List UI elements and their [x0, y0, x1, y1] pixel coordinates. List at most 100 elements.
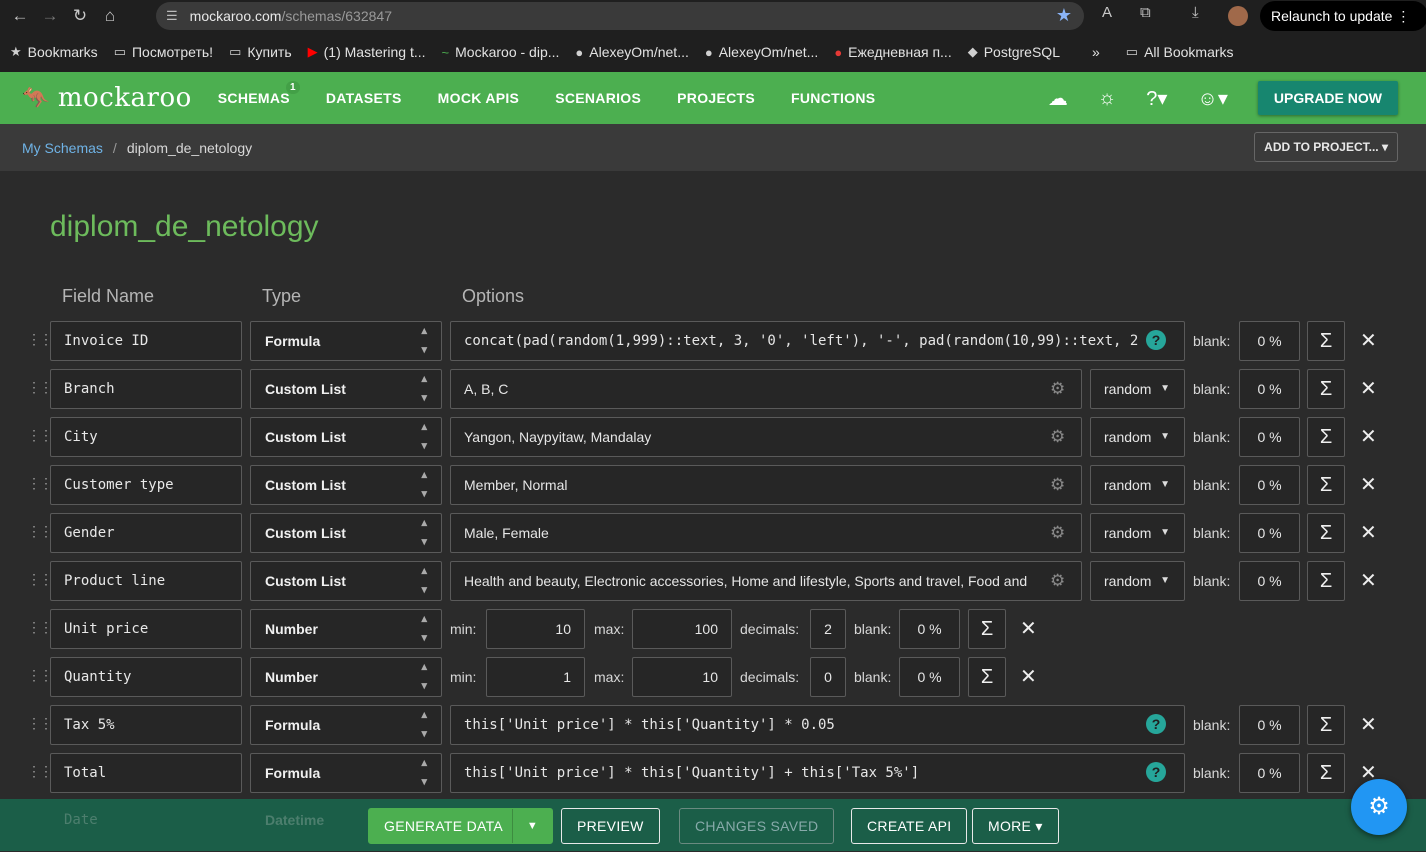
custom-list-input[interactable]: Member, Normal	[450, 465, 1082, 505]
field-type-select[interactable]: Formula ▴ ▾	[250, 321, 442, 361]
custom-list-input[interactable]: A, B, C	[450, 369, 1082, 409]
formula-input[interactable]: this['Unit price'] * this['Quantity'] + …	[450, 753, 1185, 793]
nav-datasets[interactable]: DATASETS	[326, 90, 402, 106]
formula-sigma-button[interactable]: Σ	[1307, 465, 1345, 505]
site-info-icon[interactable]: ☰	[166, 8, 178, 24]
formula-sigma-button[interactable]: Σ	[1307, 705, 1345, 745]
theme-toggle-icon[interactable]: ☼	[1098, 87, 1116, 110]
drag-handle-icon[interactable]: ⋮⋮	[27, 571, 53, 588]
distribution-select[interactable]: random ▼	[1090, 561, 1185, 601]
drag-handle-icon[interactable]: ⋮⋮	[27, 475, 53, 492]
blank-percent-input[interactable]: 0 %	[1239, 465, 1300, 505]
formula-sigma-button[interactable]: Σ	[1307, 369, 1345, 409]
blank-percent-input[interactable]: 0 %	[1239, 513, 1300, 553]
remove-field-icon[interactable]: ✕	[1360, 465, 1377, 505]
create-api-button[interactable]: CREATE API	[851, 808, 968, 844]
add-to-project-button[interactable]: ADD TO PROJECT... ▾	[1254, 132, 1398, 162]
field-name-input[interactable]: City	[50, 417, 242, 457]
remove-field-icon[interactable]: ✕	[1360, 417, 1377, 457]
blank-percent-input[interactable]: 0 %	[899, 657, 960, 697]
formula-sigma-button[interactable]: Σ	[1307, 561, 1345, 601]
help-menu-icon[interactable]: ?▾	[1146, 86, 1167, 111]
blank-percent-input[interactable]: 0 %	[1239, 705, 1300, 745]
reload-icon[interactable]: ↻	[70, 6, 90, 26]
field-type-select[interactable]: Number ▴ ▾	[250, 657, 442, 697]
help-icon[interactable]: ?	[1146, 330, 1166, 350]
drag-handle-icon[interactable]: ⋮⋮	[27, 763, 53, 780]
ai-assist-icon[interactable]: ⚙	[1050, 417, 1065, 457]
drag-handle-icon[interactable]: ⋮⋮	[27, 379, 53, 396]
bookmark-item[interactable]: ▭ All Bookmarks	[1126, 44, 1234, 60]
breadcrumb-my-schemas[interactable]: My Schemas	[22, 140, 103, 156]
translate-extension-icon[interactable]: A	[1102, 4, 1112, 21]
custom-list-input[interactable]: Male, Female	[450, 513, 1082, 553]
cloud-upload-icon[interactable]: ☁	[1048, 86, 1068, 111]
field-name-input[interactable]: Unit price	[50, 609, 242, 649]
formula-input[interactable]: concat(pad(random(1,999)::text, 3, '0', …	[450, 321, 1185, 361]
bookmark-item[interactable]: ◆ PostgreSQL	[968, 44, 1060, 60]
forward-icon[interactable]: →	[40, 6, 60, 26]
bookmark-item[interactable]: ● AlexeyOm/net...	[705, 44, 818, 60]
field-type-select[interactable]: Custom List ▴ ▾	[250, 369, 442, 409]
mockaroo-logo[interactable]: 🦘 mockaroo	[22, 83, 192, 113]
remove-field-icon[interactable]: ✕	[1360, 705, 1377, 745]
help-icon[interactable]: ?	[1146, 762, 1166, 782]
field-name-input[interactable]: Invoice ID	[50, 321, 242, 361]
nav-mock-apis[interactable]: MOCK APIS	[438, 90, 520, 106]
distribution-select[interactable]: random ▼	[1090, 417, 1185, 457]
assistant-robot-button[interactable]: ⚙	[1351, 779, 1407, 835]
blank-percent-input[interactable]: 0 %	[1239, 369, 1300, 409]
bookmark-item[interactable]: ● Ежедневная п...	[834, 44, 951, 60]
drag-handle-icon[interactable]: ⋮⋮	[27, 619, 53, 636]
remove-field-icon[interactable]: ✕	[1360, 321, 1377, 361]
drag-handle-icon[interactable]: ⋮⋮	[27, 523, 53, 540]
bookmark-item[interactable]: ● AlexeyOm/net...	[575, 44, 688, 60]
more-bookmarks-button[interactable]: »	[1092, 44, 1100, 60]
formula-sigma-button[interactable]: Σ	[968, 657, 1006, 697]
formula-sigma-button[interactable]: Σ	[1307, 417, 1345, 457]
more-button[interactable]: MORE ▾	[972, 808, 1059, 844]
bookmark-item[interactable]: ▭ Купить	[229, 44, 292, 60]
formula-input[interactable]: this['Unit price'] * this['Quantity'] * …	[450, 705, 1185, 745]
formula-sigma-button[interactable]: Σ	[968, 609, 1006, 649]
blank-percent-input[interactable]: 0 %	[899, 609, 960, 649]
distribution-select[interactable]: random ▼	[1090, 513, 1185, 553]
formula-sigma-button[interactable]: Σ	[1307, 513, 1345, 553]
min-input[interactable]: 1	[486, 657, 585, 697]
decimals-input[interactable]: 0	[810, 657, 846, 697]
home-icon[interactable]: ⌂	[100, 6, 120, 26]
bookmark-star-icon[interactable]: ★	[1056, 5, 1072, 26]
drag-handle-icon[interactable]: ⋮⋮	[27, 667, 53, 684]
field-name-input[interactable]: Customer type	[50, 465, 242, 505]
generate-options-dropdown[interactable]: ▼	[512, 809, 552, 843]
field-name-input[interactable]: Branch	[50, 369, 242, 409]
blank-percent-input[interactable]: 0 %	[1239, 561, 1300, 601]
bookmark-item[interactable]: ★ Bookmarks	[10, 44, 98, 60]
help-icon[interactable]: ?	[1146, 714, 1166, 734]
ai-assist-icon[interactable]: ⚙	[1050, 513, 1065, 553]
distribution-select[interactable]: random ▼	[1090, 369, 1185, 409]
custom-list-input[interactable]: Yangon, Naypyitaw, Mandalay	[450, 417, 1082, 457]
field-type-select[interactable]: Formula ▴ ▾	[250, 753, 442, 793]
bookmark-item[interactable]: ▶ (1) Mastering t...	[308, 44, 426, 60]
remove-field-icon[interactable]: ✕	[1020, 609, 1037, 649]
profile-avatar[interactable]	[1228, 6, 1248, 26]
ai-assist-icon[interactable]: ⚙	[1050, 561, 1065, 601]
upgrade-now-button[interactable]: UPGRADE NOW	[1257, 81, 1398, 115]
nav-scenarios[interactable]: SCENARIOS	[555, 90, 641, 106]
min-input[interactable]: 10	[486, 609, 585, 649]
decimals-input[interactable]: 2	[810, 609, 846, 649]
drag-handle-icon[interactable]: ⋮⋮	[27, 715, 53, 732]
field-type-select[interactable]: Number ▴ ▾	[250, 609, 442, 649]
formula-sigma-button[interactable]: Σ	[1307, 321, 1345, 361]
max-input[interactable]: 100	[632, 609, 732, 649]
nav-functions[interactable]: FUNCTIONS	[791, 90, 875, 106]
distribution-select[interactable]: random ▼	[1090, 465, 1185, 505]
bookmark-item[interactable]: ~ Mockaroo - dip...	[442, 44, 560, 60]
remove-field-icon[interactable]: ✕	[1360, 369, 1377, 409]
max-input[interactable]: 10	[632, 657, 732, 697]
generate-data-button[interactable]: GENERATE DATA ▼	[368, 808, 553, 844]
back-icon[interactable]: ←	[10, 6, 30, 26]
nav-schemas[interactable]: SCHEMAS 1	[218, 81, 300, 106]
download-icon[interactable]: ⤓	[1192, 4, 1199, 21]
